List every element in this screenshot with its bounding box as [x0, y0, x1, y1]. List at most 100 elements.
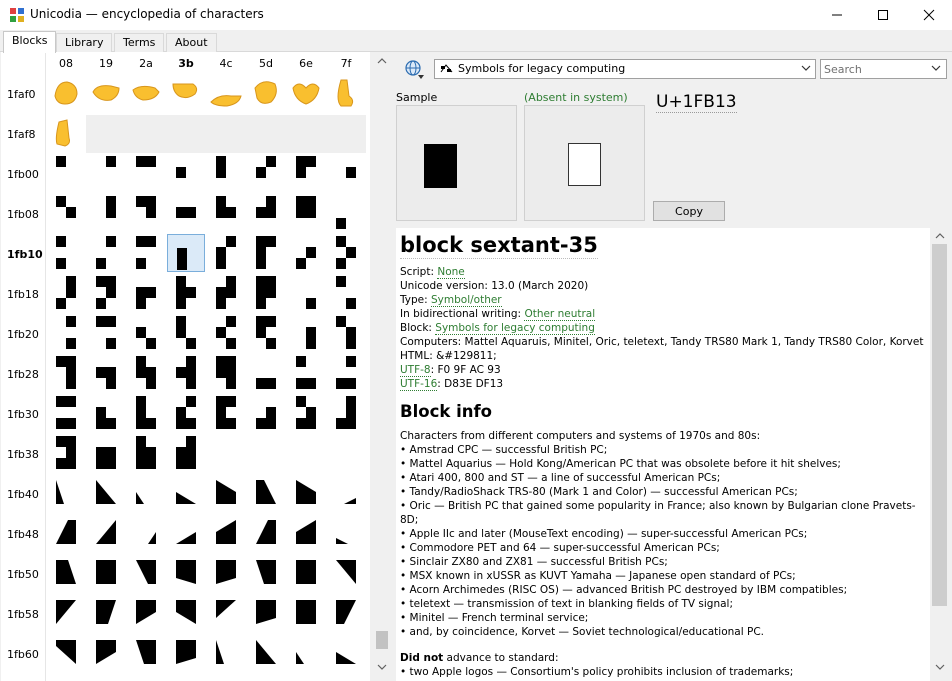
sextant-char[interactable]: [167, 314, 205, 352]
sextant-char[interactable]: [327, 314, 365, 352]
sextant-char[interactable]: [327, 274, 365, 312]
hand-emoji[interactable]: [87, 74, 125, 112]
sextant-char[interactable]: [87, 274, 125, 312]
sextant-char[interactable]: [287, 274, 325, 312]
sextant-char[interactable]: [167, 394, 205, 432]
sextant-char[interactable]: [47, 354, 85, 392]
sextant-char[interactable]: [327, 194, 365, 232]
wedge-char[interactable]: [287, 514, 325, 552]
wedge-char[interactable]: [167, 474, 205, 512]
wedge-char[interactable]: [47, 514, 85, 552]
sextant-char[interactable]: [47, 394, 85, 432]
tab-blocks[interactable]: Blocks: [3, 31, 57, 53]
wedge-char[interactable]: [327, 594, 365, 632]
globe-icon[interactable]: [404, 59, 426, 81]
wedge-char[interactable]: [327, 514, 365, 552]
sextant-char[interactable]: [287, 234, 325, 272]
sextant-char[interactable]: [207, 394, 245, 432]
sextant-char[interactable]: [127, 434, 165, 472]
wedge-char[interactable]: [47, 554, 85, 592]
sextant-char[interactable]: [167, 354, 205, 392]
sextant-char[interactable]: [247, 354, 285, 392]
sextant-char[interactable]: [327, 394, 365, 432]
sextant-char[interactable]: [327, 154, 365, 192]
scroll-down-icon[interactable]: [376, 662, 388, 672]
wedge-char[interactable]: [47, 594, 85, 632]
wedge-char[interactable]: [47, 634, 85, 672]
wedge-char[interactable]: [207, 514, 245, 552]
wedge-char[interactable]: [87, 634, 125, 672]
sextant-char[interactable]: [87, 234, 125, 272]
property-value[interactable]: None: [437, 266, 465, 279]
wedge-char[interactable]: [167, 634, 205, 672]
wedge-char[interactable]: [87, 554, 125, 592]
sextant-char[interactable]: [87, 394, 125, 432]
sextant-char[interactable]: [287, 194, 325, 232]
sextant-char[interactable]: [207, 274, 245, 312]
wedge-char[interactable]: [287, 474, 325, 512]
sextant-char[interactable]: [127, 234, 165, 272]
sextant-char[interactable]: [247, 234, 285, 272]
wedge-char[interactable]: [207, 474, 245, 512]
wedge-char[interactable]: [327, 634, 365, 672]
copy-button[interactable]: Copy: [653, 201, 725, 221]
wedge-char[interactable]: [127, 594, 165, 632]
minimize-button[interactable]: [814, 0, 860, 30]
scroll-up-icon[interactable]: [376, 56, 388, 66]
wedge-char[interactable]: [247, 554, 285, 592]
sextant-char[interactable]: [127, 314, 165, 352]
sextant-char[interactable]: [287, 354, 325, 392]
sextant-char[interactable]: [247, 314, 285, 352]
wedge-char[interactable]: [87, 594, 125, 632]
hand-emoji[interactable]: [327, 74, 365, 112]
sextant-char[interactable]: [87, 434, 125, 472]
sextant-char[interactable]: [247, 194, 285, 232]
property-key[interactable]: UTF-8: [400, 364, 431, 377]
sextant-char[interactable]: [247, 274, 285, 312]
sextant-char[interactable]: [47, 274, 85, 312]
sextant-char[interactable]: [207, 234, 245, 272]
sextant-char[interactable]: [167, 434, 205, 472]
sextant-char[interactable]: [207, 314, 245, 352]
sextant-char[interactable]: [127, 274, 165, 312]
sextant-char[interactable]: [287, 394, 325, 432]
scroll-up-icon[interactable]: [934, 231, 946, 241]
wedge-char[interactable]: [247, 474, 285, 512]
wedge-char[interactable]: [247, 634, 285, 672]
sextant-char[interactable]: [207, 354, 245, 392]
info-scrollbar-thumb[interactable]: [932, 244, 947, 606]
wedge-char[interactable]: [287, 554, 325, 592]
tab-terms[interactable]: Terms: [114, 33, 165, 52]
sextant-char[interactable]: [247, 394, 285, 432]
hand-emoji[interactable]: [247, 74, 285, 112]
wedge-char[interactable]: [247, 514, 285, 552]
wedge-char[interactable]: [207, 594, 245, 632]
sextant-char[interactable]: [127, 394, 165, 432]
property-key[interactable]: UTF-16: [400, 378, 438, 391]
close-button[interactable]: [906, 0, 952, 30]
sextant-char[interactable]: [207, 194, 245, 232]
sextant-char[interactable]: [87, 354, 125, 392]
sextant-char[interactable]: [47, 314, 85, 352]
sextant-char[interactable]: [167, 234, 205, 272]
sextant-char[interactable]: [127, 154, 165, 192]
property-value[interactable]: Other neutral: [524, 308, 596, 321]
sextant-char[interactable]: [167, 274, 205, 312]
grid-scrollbar[interactable]: [373, 52, 390, 681]
wedge-char[interactable]: [167, 554, 205, 592]
wedge-char[interactable]: [287, 634, 325, 672]
wedge-char[interactable]: [327, 554, 365, 592]
sextant-char[interactable]: [247, 154, 285, 192]
tab-library[interactable]: Library: [56, 33, 113, 52]
sextant-char[interactable]: [287, 314, 325, 352]
wedge-char[interactable]: [327, 474, 365, 512]
hand-emoji[interactable]: [167, 74, 205, 112]
sextant-char[interactable]: [47, 434, 85, 472]
wedge-char[interactable]: [167, 594, 205, 632]
sextant-char[interactable]: [327, 234, 365, 272]
wedge-char[interactable]: [207, 554, 245, 592]
property-value[interactable]: Symbol/other: [431, 294, 502, 307]
sextant-char[interactable]: [127, 194, 165, 232]
scroll-down-icon[interactable]: [934, 662, 946, 672]
wedge-char[interactable]: [87, 474, 125, 512]
